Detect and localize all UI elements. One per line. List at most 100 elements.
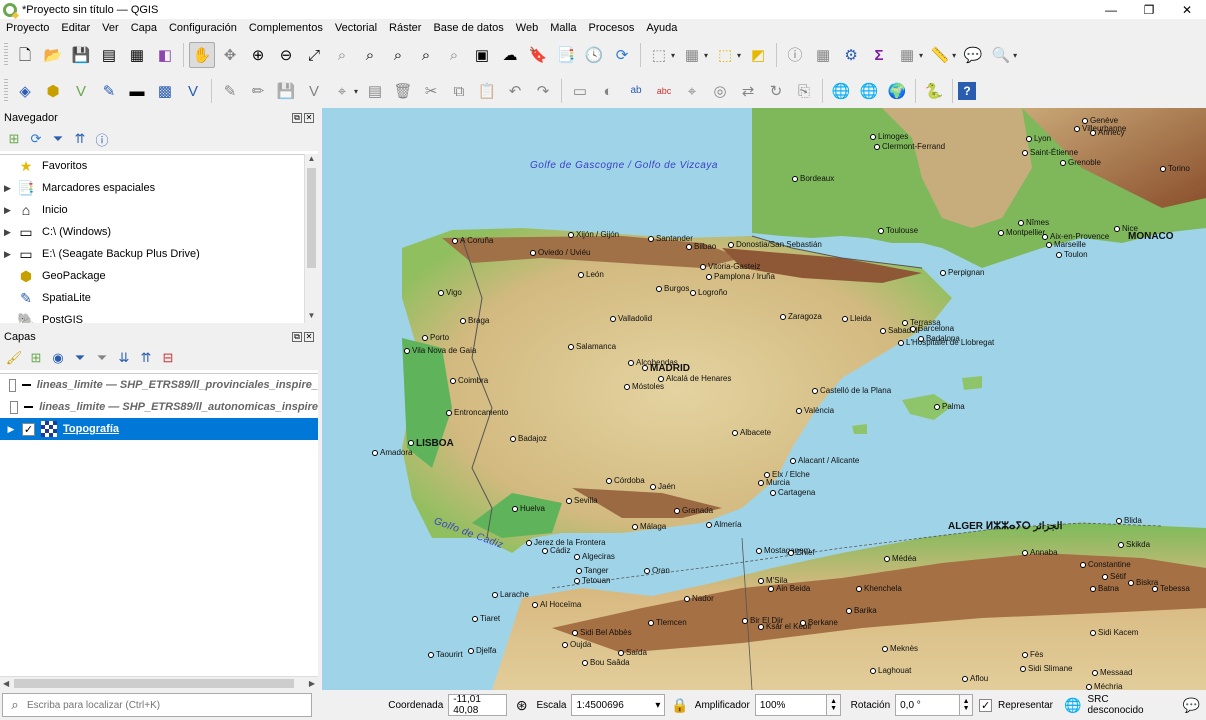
new-virtual-layer-icon[interactable]: ▬ [124, 78, 150, 104]
new-map-view-icon[interactable]: ▣ [469, 42, 495, 68]
chevron-down-icon[interactable]: ▾ [737, 51, 741, 60]
browser-item-marcadores[interactable]: ▶ 📑 Marcadores espaciales [0, 177, 304, 199]
scale-combobox[interactable]: 1:4500696 ▾ [571, 694, 666, 716]
layer-visibility-checkbox[interactable] [10, 400, 18, 414]
refresh-icon[interactable]: ⟳ [26, 129, 46, 149]
browser-item-spatialite[interactable]: ✎ SpatiaLite [0, 287, 304, 309]
change-label-icon[interactable]: ⎘ [791, 78, 817, 104]
expand-all-icon[interactable]: ⇊ [114, 348, 134, 368]
metasearch-icon[interactable]: 🌐 [828, 78, 854, 104]
layer-visibility-checkbox[interactable] [9, 378, 17, 392]
browser-item-favoritos[interactable]: ★ Favoritos [0, 155, 304, 177]
toggle-editing-icon[interactable]: ✏ [245, 78, 271, 104]
web-service-icon[interactable]: 🌐 [856, 78, 882, 104]
pan-to-selection-icon[interactable]: ✥ [217, 42, 243, 68]
scroll-up-icon[interactable]: ▲ [305, 154, 318, 166]
zoom-out-icon[interactable]: ⊖ [273, 42, 299, 68]
move-label-icon[interactable]: ⇄ [735, 78, 761, 104]
pin-labels-icon[interactable]: ⌖ [679, 78, 705, 104]
lock-scale-icon[interactable]: 🔒 [669, 694, 690, 716]
locator-search-icon[interactable]: 🔍 [988, 42, 1014, 68]
menu-proyecto[interactable]: Proyecto [0, 22, 55, 34]
redo-icon[interactable]: ↷ [530, 78, 556, 104]
browser-item-drive-e[interactable]: ▶ ▭ E:\ (Seagate Backup Plus Drive) [0, 243, 304, 265]
pan-map-icon[interactable]: ✋ [189, 42, 215, 68]
filter-by-expression-icon[interactable]: ⏷ [92, 348, 112, 368]
new-project-icon[interactable]: 🗋 [12, 42, 38, 68]
deselect-features-icon[interactable]: ◩ [745, 42, 771, 68]
open-attribute-table-icon[interactable]: ▦ [679, 42, 705, 68]
zoom-next-icon[interactable]: ⌕ [441, 42, 467, 68]
vertex-tool-icon[interactable]: ⌖ [329, 78, 355, 104]
save-project-icon[interactable]: 💾 [68, 42, 94, 68]
expand-arrow-icon[interactable]: ▶ [4, 183, 16, 194]
zoom-native-icon[interactable]: ⌕ [385, 42, 411, 68]
manage-map-themes-icon[interactable]: ◉ [48, 348, 68, 368]
save-edits-icon[interactable]: 💾 [273, 78, 299, 104]
delete-selected-icon[interactable]: 🗑 [390, 78, 416, 104]
cut-features-icon[interactable]: ✂ [418, 78, 444, 104]
menu-procesos[interactable]: Procesos [583, 22, 641, 34]
browser-item-geopackage[interactable]: ⬢ GeoPackage [0, 265, 304, 287]
menu-vectorial[interactable]: Vectorial [329, 22, 383, 34]
render-checkbox[interactable]: ✓ [979, 698, 992, 712]
scrollbar-thumb[interactable] [14, 679, 294, 688]
toolbar-grip[interactable] [4, 79, 8, 103]
expand-arrow-icon[interactable]: ▶ [4, 205, 16, 216]
menu-editar[interactable]: Editar [55, 22, 96, 34]
open-project-icon[interactable]: 📂 [40, 42, 66, 68]
chevron-down-icon[interactable]: ▾ [952, 51, 956, 60]
show-hide-labels-icon[interactable]: ◎ [707, 78, 733, 104]
expand-arrow-icon[interactable]: ▶ [0, 424, 22, 435]
undo-icon[interactable]: ↶ [502, 78, 528, 104]
paste-features-icon[interactable]: 📋 [474, 78, 500, 104]
collapse-all-icon[interactable]: ⇈ [136, 348, 156, 368]
current-edits-icon[interactable]: ✎ [217, 78, 243, 104]
scrollbar-thumb[interactable] [307, 168, 316, 268]
menu-base-de-datos[interactable]: Base de datos [427, 22, 509, 34]
magnifier-spinner[interactable]: ▲ ▼ [827, 694, 841, 716]
rotate-label-icon[interactable]: ↻ [763, 78, 789, 104]
info-icon[interactable]: ⓘ [92, 129, 112, 149]
layer-labeling-icon[interactable]: ◐ [595, 78, 621, 104]
minimize-button[interactable]: — [1092, 0, 1130, 19]
field-calculator-icon[interactable]: ▦ [810, 42, 836, 68]
quickmapservices-icon[interactable]: 🌍 [884, 78, 910, 104]
add-vector-layer-icon[interactable]: V [180, 78, 206, 104]
label-abc-icon[interactable]: abc [651, 78, 677, 104]
new-shapefile-layer-icon[interactable]: V [68, 78, 94, 104]
zoom-last-icon[interactable]: ⌕ [413, 42, 439, 68]
remove-layer-icon[interactable]: ⊟ [158, 348, 178, 368]
attribute-table-icon[interactable]: ▦ [894, 42, 920, 68]
close-panel-icon[interactable]: ✕ [304, 332, 314, 342]
collapse-all-icon[interactable]: ⇈ [70, 129, 90, 149]
maximize-button[interactable]: ❐ [1130, 0, 1168, 19]
new-print-layout-icon[interactable]: ▤ [96, 42, 122, 68]
layout-manager-icon[interactable]: ▦ [124, 42, 150, 68]
layer-styling-icon[interactable]: 🖌 [4, 348, 24, 368]
add-selected-layers-icon[interactable]: ⊞ [4, 129, 24, 149]
messages-icon[interactable]: 💬 [1181, 694, 1202, 716]
python-console-icon[interactable]: 🐍 [921, 78, 947, 104]
new-bookmark-icon[interactable]: 🔖 [525, 42, 551, 68]
digitize-icon[interactable]: V [301, 78, 327, 104]
layer-visibility-checkbox[interactable]: ✓ [22, 422, 35, 436]
toolbar-grip[interactable] [4, 43, 8, 67]
menu-malla[interactable]: Malla [544, 22, 582, 34]
menu-ayuda[interactable]: Ayuda [640, 22, 683, 34]
filter-legend-icon[interactable]: ⏷ [70, 348, 90, 368]
temporal-controller-icon[interactable]: 🕓 [581, 42, 607, 68]
browser-item-postgis[interactable]: 🐘 PostGIS [0, 309, 304, 324]
locator-input[interactable] [27, 699, 307, 711]
add-raster-layer-icon[interactable]: ▩ [152, 78, 178, 104]
crs-label[interactable]: SRC desconocido [1087, 694, 1165, 716]
map-canvas[interactable]: Golfe de Gascogne / Golfo de Vizcaya Gol… [322, 108, 1206, 690]
scroll-right-icon[interactable]: ▶ [309, 677, 315, 691]
label-ab-icon[interactable]: ab [623, 78, 649, 104]
identify-features-icon[interactable]: ⬚ [646, 42, 672, 68]
statistical-summary-icon[interactable]: Σ [866, 42, 892, 68]
scroll-down-icon[interactable]: ▼ [305, 311, 318, 323]
close-button[interactable]: ✕ [1168, 0, 1206, 19]
new-3d-view-icon[interactable]: ☁ [497, 42, 523, 68]
zoom-full-icon[interactable]: ⤢ [301, 42, 327, 68]
